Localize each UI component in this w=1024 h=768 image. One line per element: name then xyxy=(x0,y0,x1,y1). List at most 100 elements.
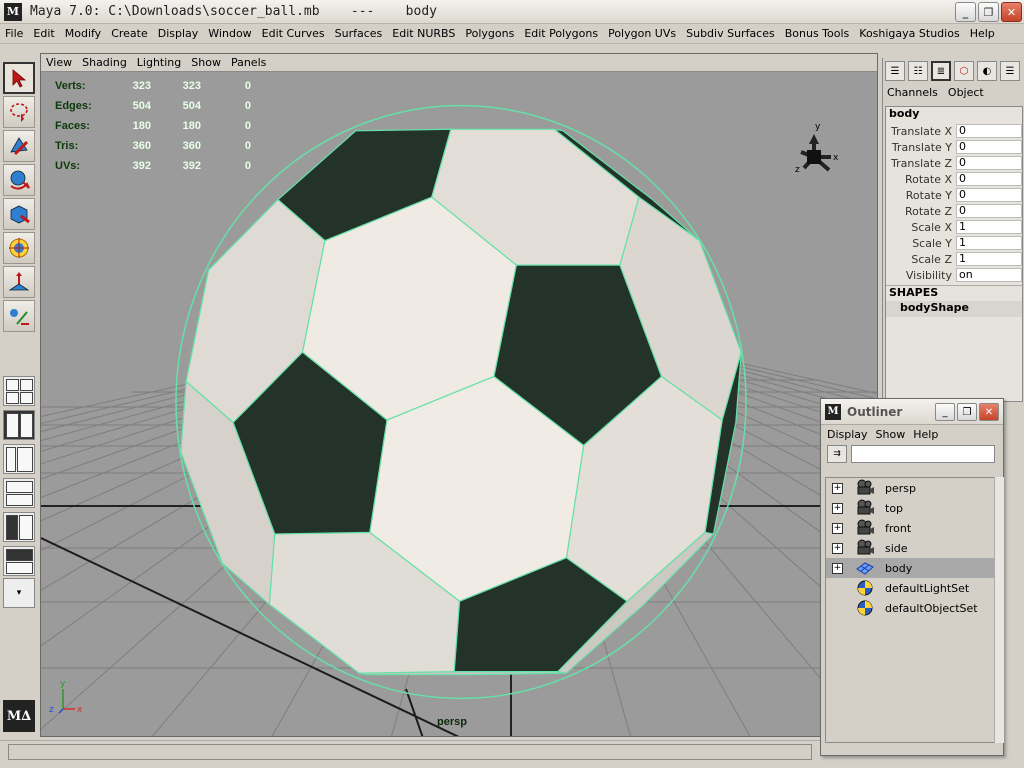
move-tool-icon[interactable] xyxy=(3,164,35,196)
expand-icon[interactable]: + xyxy=(832,522,843,534)
menu-file[interactable]: File xyxy=(0,27,28,40)
menu-modify[interactable]: Modify xyxy=(60,27,106,40)
viewport-menu-view[interactable]: View xyxy=(41,56,77,69)
rotate-tool-icon[interactable] xyxy=(3,198,35,230)
attribute-row[interactable]: Scale Y 1 xyxy=(886,235,1022,251)
attribute-value-field[interactable]: 0 xyxy=(956,140,1022,154)
close-button[interactable]: ✕ xyxy=(1001,2,1022,22)
outliner-item[interactable]: + body xyxy=(826,558,996,578)
manipulator-tool-icon[interactable] xyxy=(3,266,35,298)
outliner-item[interactable]: defaultObjectSet xyxy=(826,598,996,618)
outliner-filter-input[interactable] xyxy=(851,445,995,463)
channel-box-icon[interactable]: ☰ xyxy=(885,61,905,81)
gizmo-z-label: z xyxy=(49,705,54,715)
menu-koshigaya-studios[interactable]: Koshigaya Studios xyxy=(854,27,964,40)
layout-graph-persp-button[interactable] xyxy=(3,478,35,508)
attribute-value-field[interactable]: 1 xyxy=(956,220,1022,234)
layout-custom-button[interactable] xyxy=(3,546,35,576)
channel-list-icon[interactable]: ☰ xyxy=(1000,61,1020,81)
outliner-item[interactable]: + front xyxy=(826,518,996,538)
outliner-scrollbar[interactable] xyxy=(994,477,1004,743)
menu-help[interactable]: Help xyxy=(965,27,1000,40)
select-tool-icon[interactable] xyxy=(3,62,35,94)
layout-four-view-button[interactable] xyxy=(3,376,35,406)
viewport-menu-shading[interactable]: Shading xyxy=(77,56,132,69)
attribute-value-field[interactable]: on xyxy=(956,268,1022,282)
expand-icon[interactable]: + xyxy=(832,562,843,574)
menu-edit-polygons[interactable]: Edit Polygons xyxy=(519,27,603,40)
attribute-name: Rotate Y xyxy=(905,188,952,202)
attribute-row[interactable]: Scale X 1 xyxy=(886,219,1022,235)
attribute-row[interactable]: Visibility on xyxy=(886,267,1022,283)
outliner-item[interactable]: defaultLightSet xyxy=(826,578,996,598)
outliner-show-menu[interactable]: Show xyxy=(876,428,906,441)
attribute-row[interactable]: Translate Z 0 xyxy=(886,155,1022,171)
outliner-item-label: top xyxy=(885,501,904,515)
attribute-row[interactable]: Scale Z 1 xyxy=(886,251,1022,267)
attribute-editor-icon[interactable]: ⬡ xyxy=(954,61,974,81)
perspective-viewport[interactable]: View Shading Lighting Show Panels y x z y x … xyxy=(40,53,878,737)
menu-subdiv-surfaces[interactable]: Subdiv Surfaces xyxy=(681,27,780,40)
layout-outliner-persp-button[interactable] xyxy=(3,444,35,474)
filter-icon[interactable]: ⇉ xyxy=(827,445,847,463)
minimize-button[interactable]: _ xyxy=(955,2,976,22)
last-tool-icon[interactable] xyxy=(3,300,35,332)
attribute-value-field[interactable]: 1 xyxy=(956,252,1022,266)
outliner-maximize-button[interactable]: ❐ xyxy=(957,403,977,421)
attribute-value-field[interactable]: 0 xyxy=(956,124,1022,138)
attribute-value-field[interactable]: 0 xyxy=(956,204,1022,218)
object-menu[interactable]: Object xyxy=(948,86,984,104)
menu-window[interactable]: Window xyxy=(203,27,256,40)
attribute-row[interactable]: Rotate Z 0 xyxy=(886,203,1022,219)
hud-label: Tris: xyxy=(55,140,79,152)
attribute-row[interactable]: Rotate Y 0 xyxy=(886,187,1022,203)
expand-icon[interactable]: + xyxy=(832,482,843,494)
maximize-button[interactable]: ❐ xyxy=(978,2,999,22)
paint-select-icon[interactable] xyxy=(3,130,35,162)
lasso-tool-icon[interactable] xyxy=(3,96,35,128)
menu-polygons[interactable]: Polygons xyxy=(460,27,519,40)
viewport-menu-show[interactable]: Show xyxy=(186,56,226,69)
outliner-item[interactable]: + persp xyxy=(826,478,996,498)
outliner-item[interactable]: + top xyxy=(826,498,996,518)
attribute-row[interactable]: Translate X 0 xyxy=(886,123,1022,139)
menu-display[interactable]: Display xyxy=(153,27,204,40)
menu-polygon-uvs[interactable]: Polygon UVs xyxy=(603,27,681,40)
viewport-menu-lighting[interactable]: Lighting xyxy=(132,56,186,69)
outliner-close-button[interactable]: ✕ xyxy=(979,403,999,421)
menu-edit-nurbs[interactable]: Edit NURBS xyxy=(387,27,460,40)
outliner-display-menu[interactable]: Display xyxy=(827,428,868,441)
attribute-value-field[interactable]: 0 xyxy=(956,188,1022,202)
channel-box-object-name[interactable]: body xyxy=(886,107,1022,123)
expand-icon[interactable]: + xyxy=(832,542,843,554)
shape-node-name[interactable]: bodyShape xyxy=(886,301,1022,317)
viewport-menu-panels[interactable]: Panels xyxy=(226,56,271,69)
attribute-value-field[interactable]: 0 xyxy=(956,156,1022,170)
outliner-item-label: body xyxy=(885,561,913,575)
outliner-minimize-button[interactable]: _ xyxy=(935,403,955,421)
soccer-ball-mesh[interactable] xyxy=(175,104,747,700)
maya-logo: M∆ xyxy=(3,700,35,732)
attribute-row[interactable]: Translate Y 0 xyxy=(886,139,1022,155)
menu-surfaces[interactable]: Surfaces xyxy=(330,27,388,40)
attribute-row[interactable]: Rotate X 0 xyxy=(886,171,1022,187)
outliner-help-menu[interactable]: Help xyxy=(913,428,938,441)
tool-settings-icon[interactable]: ◐ xyxy=(977,61,997,81)
scale-tool-icon[interactable] xyxy=(3,232,35,264)
expand-icon[interactable]: + xyxy=(832,502,843,514)
menu-create[interactable]: Create xyxy=(106,27,153,40)
menu-edit[interactable]: Edit xyxy=(28,27,59,40)
attribute-value-field[interactable]: 1 xyxy=(956,236,1022,250)
channel-layer-icon[interactable]: ≣ xyxy=(931,61,951,81)
more-layouts-button[interactable]: ▾ xyxy=(3,578,35,608)
menu-bonus-tools[interactable]: Bonus Tools xyxy=(780,27,855,40)
command-input[interactable] xyxy=(8,744,812,760)
channels-menu[interactable]: Channels xyxy=(887,86,938,104)
menu-edit-curves[interactable]: Edit Curves xyxy=(257,27,330,40)
attribute-value-field[interactable]: 0 xyxy=(956,172,1022,186)
outliner-item[interactable]: + side xyxy=(826,538,996,558)
layer-editor-icon[interactable]: ☷ xyxy=(908,61,928,81)
layout-single-view-button[interactable] xyxy=(3,410,35,440)
view-compass[interactable]: y x z xyxy=(795,122,839,175)
layout-hypershade-button[interactable] xyxy=(3,512,35,542)
